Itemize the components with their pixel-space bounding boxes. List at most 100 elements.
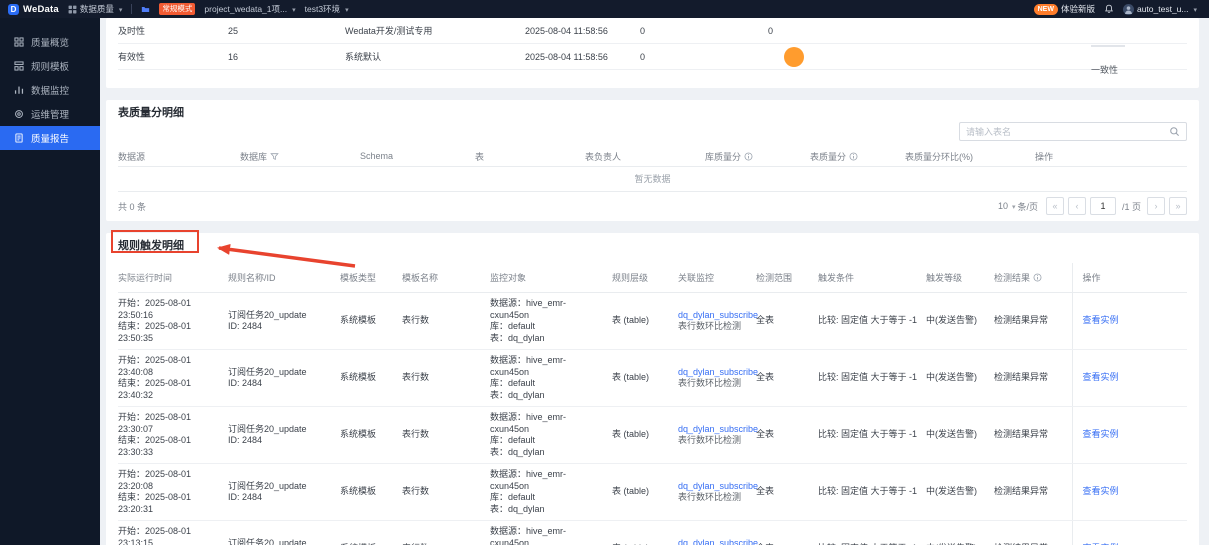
rule-count: 16 [228,51,239,62]
view-instance-link[interactable]: 查看实例 [1083,486,1119,496]
cell-trigger-condition: 比较: 固定值 大于等于 -1 [818,463,926,521]
column-header: 表负责人 [585,151,622,162]
table-row: 开始：2025-08-01 23:50:16 结束：2025-08-01 23:… [118,292,1187,350]
cell-rule-level: 表 (table) [612,406,678,464]
cell-run-time: 开始：2025-08-01 23:13:15 结束：2025-08-01 23:… [118,520,228,545]
column-header: 检测结果 [994,263,1072,293]
notification-bell[interactable] [1104,4,1114,14]
sidebar-item-label: 质量报告 [31,134,70,145]
cell-template-name: 表行数 [402,292,490,350]
monitor-link[interactable]: dq_dylan_subscribe [678,367,758,379]
chevron-down-icon [290,4,296,14]
product-grid-icon [68,5,77,14]
view-instance-link[interactable]: 查看实例 [1083,315,1119,325]
cell-rule-level: 表 (table) [612,520,678,545]
cell-monitor-target: 数据源：hive_emr-cxun45on 库：default 表：dq_dyl… [490,520,612,545]
last-page-button[interactable]: » [1169,197,1187,215]
column-header: 数据库 [240,150,360,163]
table-row: 有效性 16 系统默认 2025-08-04 11:58:56 0 [118,44,1187,70]
first-page-button[interactable]: « [1045,197,1064,215]
empty-state: 暂无数据 [118,167,1187,192]
view-instance-link[interactable]: 查看实例 [1083,429,1119,439]
cell-monitor-target: 数据源：hive_emr-cxun45on 库：default 表：dq_dyl… [490,292,612,350]
bell-icon [1104,4,1114,14]
try-new-version-label: 体验新版 [1060,4,1095,14]
next-page-button[interactable]: › [1147,197,1165,215]
wedata-logo-icon: D [8,3,19,15]
cell-detect-result: 检测结果异常 [994,520,1072,545]
monitor-link[interactable]: dq_dylan_subscribe [678,310,758,322]
dashboard-icon [14,37,24,47]
card-title: 规则触发明细 [118,240,184,252]
rule-group-name: Wedata开发/测试专用 [345,26,433,36]
env-label: test3环境 [304,4,341,14]
column-header: 规则名称/ID [228,263,340,293]
cell-rule-name: 订阅任务20_update ID: 2484 [228,406,340,464]
view-instance-link[interactable]: 查看实例 [1083,372,1119,382]
env-selector[interactable]: test3环境 [305,3,349,15]
product-switcher[interactable]: 数据质量 [68,3,123,15]
cell-rule-name: 订阅任务20_update ID: 2484 [228,349,340,407]
sidebar-item-data-monitoring[interactable]: 数据监控 [0,78,100,102]
column-header: 操作 [1071,263,1187,293]
page-number-input[interactable]: 1 [1089,197,1116,215]
rule-count: 25 [228,25,239,36]
cell-detect-result: 检测结果异常 [994,349,1072,407]
cell-trigger-condition: 比较: 固定值 大于等于 -1 [818,292,926,350]
sidebar-item-label: 规则模板 [31,62,70,73]
monitor-link[interactable]: dq_dylan_subscribe [678,481,758,493]
monitor-link[interactable]: dq_dylan_subscribe [678,424,758,436]
divider [131,4,133,14]
table-search-box [959,122,1187,141]
sidebar-item-label: 质量概览 [31,38,70,49]
prev-page-button[interactable]: ‹ [1067,197,1086,215]
cell-run-time: 开始：2025-08-01 23:40:08 结束：2025-08-01 23:… [118,349,228,407]
sidebar-item-ops-management[interactable]: 运维管理 [0,102,100,126]
count-value: 0 [768,25,774,36]
bar-chart-icon [14,85,24,95]
info-icon[interactable] [1033,273,1042,282]
page-size-select[interactable]: 10 条/页 [998,200,1038,213]
legend-dash [1091,45,1125,47]
table-row: 开始：2025-08-01 23:13:15 结束：2025-08-01 23:… [118,520,1187,545]
cell-detect-result: 检测结果异常 [994,406,1072,464]
user-menu[interactable]: auto_test_u... [1122,3,1197,15]
cell-run-time: 开始：2025-08-01 23:50:16 结束：2025-08-01 23:… [118,292,228,350]
cell-action: 查看实例 [1071,349,1187,407]
update-time: 2025-08-04 11:58:56 [525,51,608,62]
table-row: 开始：2025-08-01 23:20:08 结束：2025-08-01 23:… [118,463,1187,521]
pagination: 10 条/页 « ‹ 1 /1 页 › » [998,197,1187,215]
cell-linked-monitor: dq_dylan_subscribe 表行数环比检测 [678,520,758,545]
search-icon[interactable] [1169,126,1180,137]
cell-monitor-target: 数据源：hive_emr-cxun45on 库：default 表：dq_dyl… [490,463,612,521]
dimension-label: 有效性 [118,52,146,62]
cell-run-time: 开始：2025-08-01 23:20:08 结束：2025-08-01 23:… [118,463,228,521]
cell-linked-monitor: dq_dylan_subscribe 表行数环比检测 [678,292,758,350]
cell-template-type: 系统模板 [340,520,402,545]
legend-label: 一致性 [1091,65,1119,75]
monitor-link[interactable]: dq_dylan_subscribe [678,538,758,545]
column-header: 触发等级 [926,263,994,293]
try-new-version-button[interactable]: NEW 体验新版 [1033,3,1095,15]
cell-detect-scope: 全表 [756,463,818,521]
info-icon[interactable] [744,152,753,161]
cell-detect-result: 检测结果异常 [994,292,1072,350]
sidebar-item-quality-report[interactable]: 质量报告 [0,126,100,150]
table-header-row: 数据源 数据库 Schema 表 表负责人 库质量分 表质量分 表质量分环比(%… [118,146,1187,167]
cell-trigger-level: 中(发送告警) [926,463,994,521]
page-total: /1 页 [1121,201,1141,212]
sidebar-item-quality-overview[interactable]: 质量概览 [0,30,100,54]
overview-card: 及时性 25 Wedata开发/测试专用 2025-08-04 11:58:56… [106,18,1199,88]
info-icon[interactable] [849,152,858,161]
cell-trigger-condition: 比较: 固定值 大于等于 -1 [818,406,926,464]
project-selector[interactable]: project_wedata_1项... [204,3,295,15]
filter-funnel-icon[interactable] [270,152,279,161]
main-content: 及时性 25 Wedata开发/测试专用 2025-08-04 11:58:56… [100,18,1209,545]
cell-detect-result: 检测结果异常 [994,463,1072,521]
cell-template-type: 系统模板 [340,406,402,464]
cell-template-name: 表行数 [402,406,490,464]
cell-action: 查看实例 [1071,292,1187,350]
cell-template-name: 表行数 [402,520,490,545]
sidebar-item-rule-templates[interactable]: 规则模板 [0,54,100,78]
search-input[interactable] [966,126,1169,137]
